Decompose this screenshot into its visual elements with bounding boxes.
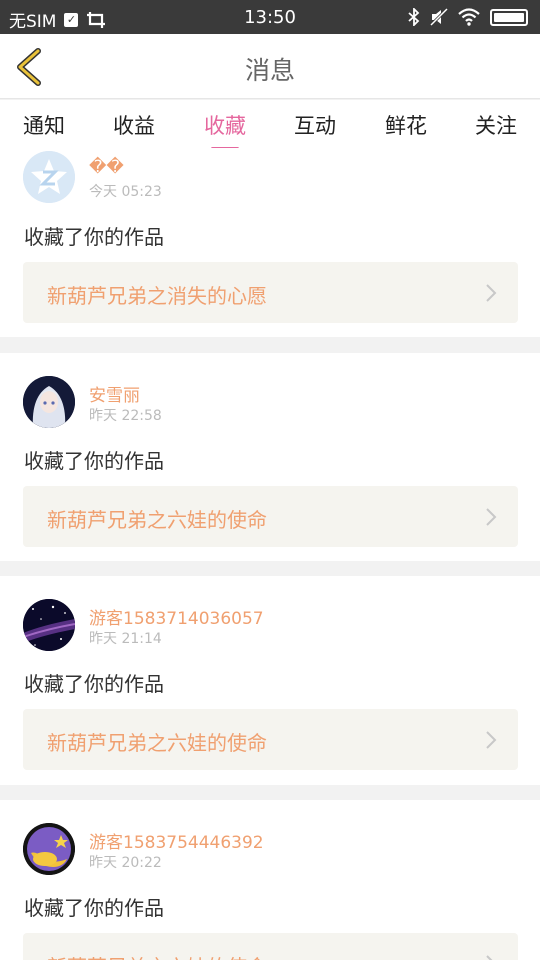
tab-notifications[interactable]: 通知 <box>9 110 79 140</box>
tab-follows[interactable]: 关注 <box>461 110 531 140</box>
page-title: 消息 <box>244 56 295 85</box>
list-item: 游客1583714036057 昨天 21:14 收藏了你的作品 新葫芦兄弟之六… <box>0 576 540 785</box>
work-title: 新葫芦兄弟之六娃的使命 <box>47 508 267 532</box>
chevron-right-icon <box>486 508 497 526</box>
timestamp: 昨天 20:22 <box>89 855 162 871</box>
list-item: 游客1583754446392 昨天 20:22 收藏了你的作品 新葫芦兄弟之六… <box>0 800 540 960</box>
wifi-icon <box>458 8 480 26</box>
avatar[interactable] <box>23 823 75 875</box>
status-bar: 无SIM ✓ 13:50 <box>0 0 540 34</box>
battery-icon <box>490 8 528 26</box>
avatar[interactable] <box>23 376 75 428</box>
tab-interactions[interactable]: 互动 <box>280 110 350 140</box>
bluetooth-icon <box>408 8 420 26</box>
work-link[interactable]: 新葫芦兄弟之六娃的使命 <box>23 709 518 770</box>
list-item: 安雪丽 昨天 22:58 收藏了你的作品 新葫芦兄弟之六娃的使命 <box>0 353 540 561</box>
username[interactable]: 安雪丽 <box>89 381 140 406</box>
list-item: �� 今天 05:23 收藏了你的作品 新葫芦兄弟之消失的心愿 <box>0 148 540 337</box>
action-text: 收藏了你的作品 <box>24 896 164 920</box>
tab-flowers[interactable]: 鲜花 <box>371 110 441 140</box>
action-text: 收藏了你的作品 <box>24 672 164 696</box>
chevron-right-icon <box>486 731 497 749</box>
chevron-right-icon <box>486 955 493 960</box>
work-link[interactable]: 新葫芦兄弟之六娃的使命 <box>23 933 518 960</box>
moon-star-avatar-icon <box>23 823 75 875</box>
timestamp: 昨天 22:58 <box>89 408 162 424</box>
action-text: 收藏了你的作品 <box>24 449 164 473</box>
work-title: 新葫芦兄弟之消失的心愿 <box>47 284 267 308</box>
username[interactable]: �� <box>89 157 124 177</box>
tab-label: 通知 <box>23 114 65 138</box>
chevron-right-icon <box>486 284 497 302</box>
timestamp: 今天 05:23 <box>89 184 162 200</box>
action-text: 收藏了你的作品 <box>24 225 164 249</box>
avatar[interactable] <box>23 151 75 203</box>
tab-label: 关注 <box>475 114 517 138</box>
work-title: 新葫芦兄弟之六娃的使命 <box>47 731 267 755</box>
anime-girl-avatar-icon <box>23 376 75 428</box>
work-link[interactable]: 新葫芦兄弟之消失的心愿 <box>23 262 518 323</box>
avatar[interactable] <box>23 599 75 651</box>
tab-bar: 通知 收益 收藏 互动 鲜花 关注 <box>0 100 540 150</box>
starry-sky-avatar-icon <box>23 599 75 651</box>
app-header: 消息 <box>0 34 540 99</box>
tab-label: 互动 <box>294 114 336 138</box>
tab-label: 收益 <box>113 114 155 138</box>
default-avatar-icon <box>23 151 75 203</box>
tab-label: 鲜花 <box>385 114 427 138</box>
mute-icon <box>430 8 448 26</box>
work-link[interactable]: 新葫芦兄弟之六娃的使命 <box>23 486 518 547</box>
tab-label: 收藏 <box>204 114 246 138</box>
tab-favorites[interactable]: 收藏 <box>190 110 260 150</box>
username[interactable]: 游客1583754446392 <box>89 828 264 853</box>
work-title: 新葫芦兄弟之六娃的使命 <box>47 951 267 960</box>
username[interactable]: 游客1583714036057 <box>89 604 264 629</box>
tab-earnings[interactable]: 收益 <box>99 110 169 140</box>
timestamp: 昨天 21:14 <box>89 631 162 647</box>
